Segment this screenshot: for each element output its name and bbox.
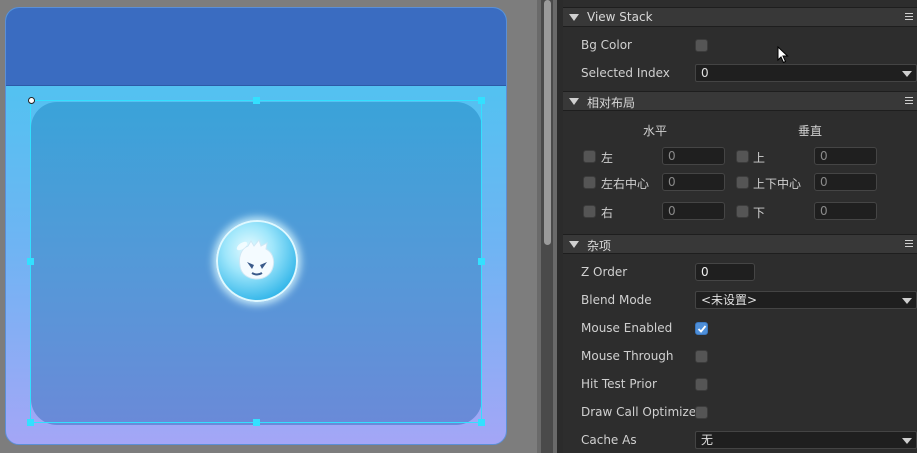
- checkmark-icon: [697, 325, 707, 333]
- cache-as-select[interactable]: 无: [695, 431, 917, 449]
- center-y-checkbox[interactable]: [736, 176, 749, 189]
- right-input[interactable]: 0: [662, 202, 725, 220]
- hamburger-menu-icon[interactable]: [905, 13, 913, 22]
- section-title: 杂项: [587, 239, 612, 253]
- bottom-checkbox[interactable]: [736, 205, 749, 218]
- property-inspector: View Stack Bg Color Selected Index 0 相对布…: [563, 0, 917, 453]
- bottom-label: 下: [753, 206, 766, 220]
- caret-down-icon: [569, 241, 579, 248]
- right-checkbox[interactable]: [583, 205, 596, 218]
- resize-handle-bottom-left[interactable]: [27, 419, 34, 426]
- right-label: 右: [601, 206, 614, 220]
- hit-test-prior-checkbox[interactable]: [695, 378, 708, 391]
- draw-call-optimize-label: Draw Call Optimize: [581, 405, 697, 419]
- left-checkbox[interactable]: [583, 150, 596, 163]
- blend-mode-label: Blend Mode: [581, 293, 652, 307]
- z-order-label: Z Order: [581, 265, 628, 279]
- center-y-input[interactable]: 0: [814, 173, 877, 191]
- center-x-input[interactable]: 0: [662, 173, 725, 191]
- hit-test-prior-label: Hit Test Prior: [581, 377, 657, 391]
- scene-canvas[interactable]: [0, 0, 537, 453]
- section-header-misc[interactable]: 杂项: [563, 234, 917, 254]
- left-label: 左: [601, 151, 614, 165]
- blend-mode-select[interactable]: <未设置>: [695, 291, 917, 309]
- top-checkbox[interactable]: [736, 150, 749, 163]
- resize-handle-top[interactable]: [253, 97, 260, 104]
- hamburger-menu-icon[interactable]: [905, 240, 913, 249]
- bg-color-checkbox[interactable]: [695, 39, 708, 52]
- mouse-enabled-checkbox[interactable]: [695, 322, 708, 335]
- selected-index-select[interactable]: 0: [695, 64, 917, 82]
- panel-header: [6, 8, 506, 86]
- center-y-label: 上下中心: [753, 177, 802, 191]
- left-input[interactable]: 0: [662, 147, 725, 165]
- draw-call-optimize-checkbox[interactable]: [695, 406, 708, 419]
- selected-index-value: 0: [701, 66, 709, 80]
- z-order-input[interactable]: 0: [695, 263, 755, 281]
- resize-handle-top-right[interactable]: [478, 97, 485, 104]
- cache-as-value: 无: [701, 433, 714, 447]
- chevron-down-icon: [902, 438, 912, 444]
- section-header-view-stack[interactable]: View Stack: [563, 7, 917, 27]
- section-header-relative-layout[interactable]: 相对布局: [563, 91, 917, 111]
- chevron-down-icon: [902, 298, 912, 304]
- vertical-heading: 垂直: [798, 124, 823, 138]
- mouse-cursor-icon: [777, 46, 789, 64]
- center-x-label: 左右中心: [601, 177, 650, 191]
- chevron-down-icon: [902, 71, 912, 77]
- cache-as-label: Cache As: [581, 433, 637, 447]
- resize-handle-bottom[interactable]: [253, 419, 260, 426]
- bg-color-label: Bg Color: [581, 38, 632, 52]
- resize-handle-right[interactable]: [478, 258, 485, 265]
- bubble-character-icon[interactable]: [216, 220, 298, 302]
- mouse-through-label: Mouse Through: [581, 349, 674, 363]
- mouse-through-checkbox[interactable]: [695, 350, 708, 363]
- selected-index-label: Selected Index: [581, 66, 670, 80]
- hamburger-menu-icon[interactable]: [905, 97, 913, 106]
- canvas-scrollbar-thumb[interactable]: [544, 0, 551, 245]
- top-input[interactable]: 0: [814, 147, 877, 165]
- bottom-input[interactable]: 0: [814, 202, 877, 220]
- caret-down-icon: [569, 14, 579, 21]
- mouse-enabled-label: Mouse Enabled: [581, 321, 673, 335]
- resize-handle-bottom-right[interactable]: [478, 419, 485, 426]
- resize-handle-left[interactable]: [27, 258, 34, 265]
- top-label: 上: [753, 151, 766, 165]
- pivot-point[interactable]: [28, 97, 35, 104]
- section-title: 相对布局: [587, 96, 636, 110]
- section-title: View Stack: [587, 10, 653, 24]
- caret-down-icon: [569, 98, 579, 105]
- center-x-checkbox[interactable]: [583, 176, 596, 189]
- horizontal-heading: 水平: [643, 124, 668, 138]
- blend-mode-value: <未设置>: [701, 293, 758, 307]
